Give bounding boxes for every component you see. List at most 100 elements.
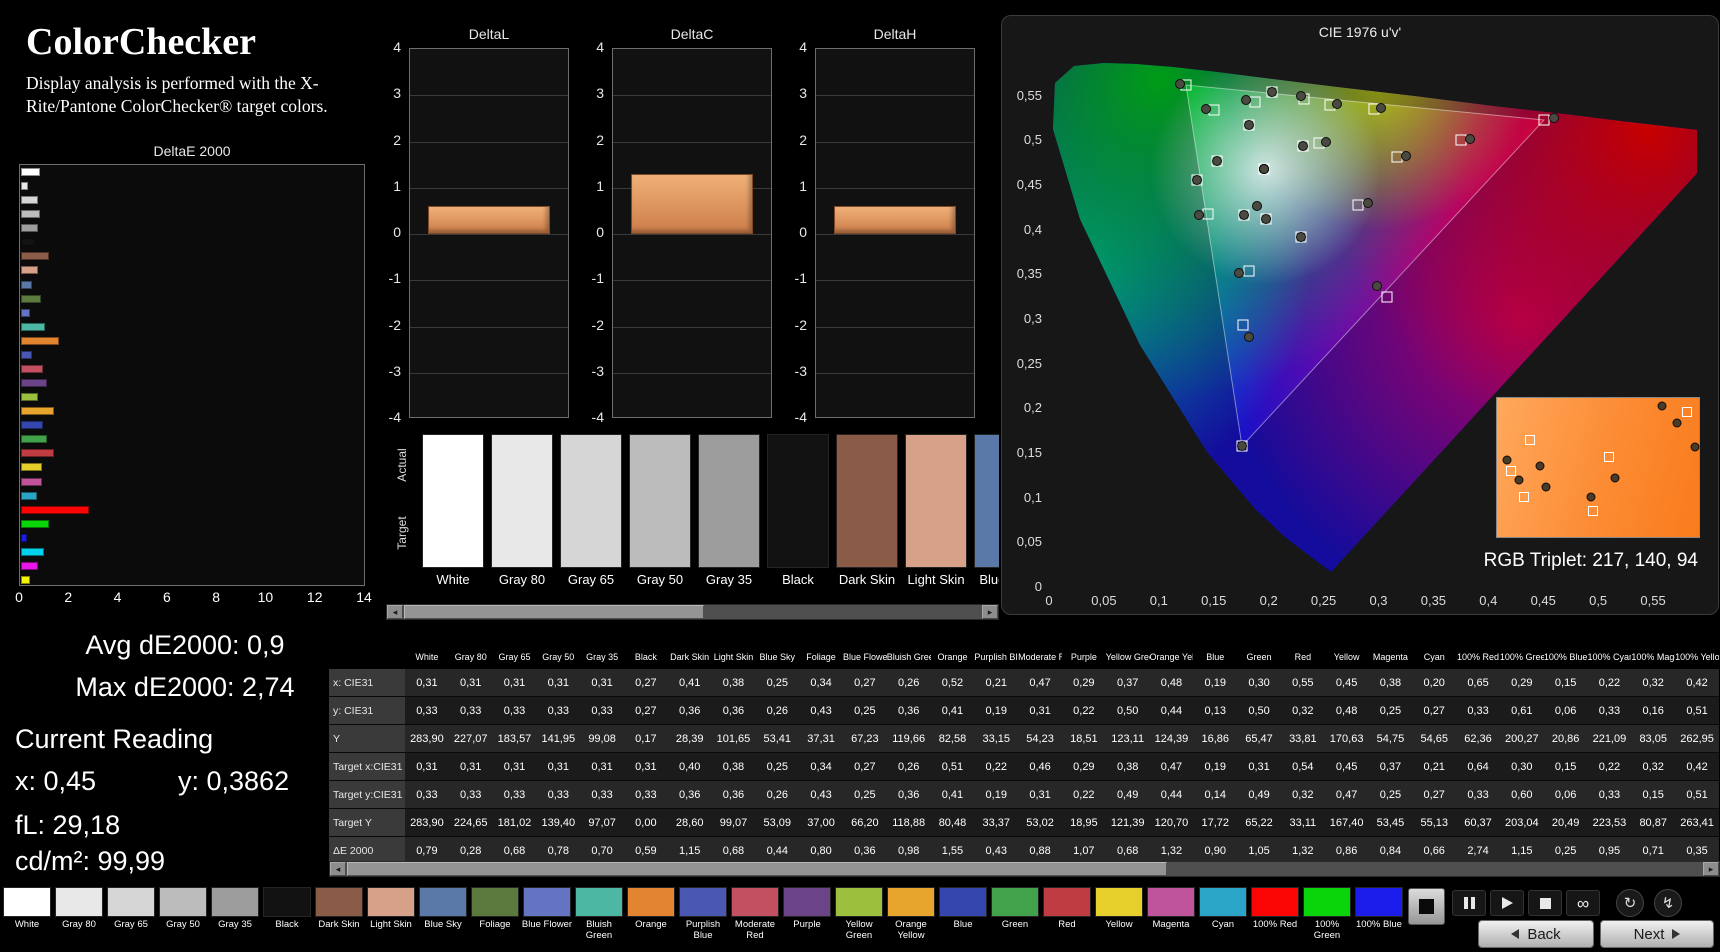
toolbar-swatch[interactable]: Foliage [469, 887, 521, 931]
grid-line [816, 187, 974, 189]
toolbar-swatch[interactable]: White [1, 887, 53, 931]
cie-measured-point [1401, 150, 1412, 161]
table-scrollbar-thumb[interactable] [347, 862, 1167, 876]
toolbar-swatch[interactable]: Magenta [1145, 887, 1197, 931]
patch-swatch [974, 434, 999, 568]
patch-swatch [560, 434, 622, 568]
table-cell: 0,33 [1587, 696, 1632, 725]
toolbar-swatch[interactable]: 100% Red [1249, 887, 1301, 931]
grid-line [410, 95, 568, 97]
table-cell: 0,32 [1280, 696, 1325, 725]
toolbar-swatch[interactable]: Moderate Red [729, 887, 781, 942]
toolbar-swatch[interactable]: 100% Blue [1353, 887, 1405, 931]
toolbar-swatch[interactable]: Gray 65 [105, 887, 157, 931]
toolbar-swatch[interactable]: Orange [625, 887, 677, 931]
continuous-measure-button[interactable]: ∞ [1566, 890, 1600, 916]
scroll-right-arrow-icon[interactable]: ▸ [1703, 862, 1719, 876]
table-cell: 33,37 [974, 808, 1019, 837]
table-cell: 119,66 [886, 724, 931, 753]
toolbar-swatch[interactable]: Purplish Blue [677, 887, 729, 942]
cie-y-tick: 0,3 [1023, 311, 1042, 327]
rgb-triplet-label: RGB Triplet: 217, 140, 94 [1483, 550, 1698, 571]
table-scrollbar[interactable]: ◂ ▸ [329, 861, 1720, 877]
refresh-button[interactable]: ↻ [1616, 889, 1644, 917]
power-button[interactable]: ↯ [1654, 889, 1682, 917]
toolbar-swatch[interactable]: Gray 50 [157, 887, 209, 931]
toolbar-swatch[interactable]: Yellow Green [833, 887, 885, 942]
deltaL-y-tick: 2 [393, 131, 401, 148]
toolbar-swatch[interactable]: Red [1041, 887, 1093, 931]
toolbar-swatch[interactable]: Purple [781, 887, 833, 931]
cie-x-tick: 0,4 [1479, 593, 1498, 608]
table-cell: 54,75 [1368, 724, 1413, 753]
toolbar-swatch[interactable]: Light Skin [365, 887, 417, 931]
cie-x-tick: 0 [1045, 593, 1053, 608]
toolbar-swatch[interactable]: Black [261, 887, 313, 931]
deltae2000-bar [21, 308, 30, 317]
table-cell: 37,31 [799, 724, 843, 753]
toolbar-swatch-color [1355, 887, 1403, 917]
next-button[interactable]: Next [1600, 920, 1714, 948]
table-row-label: Y [329, 724, 405, 753]
play-button[interactable] [1490, 890, 1524, 916]
table-cell: 0,17 [623, 724, 668, 753]
toolbar-swatch[interactable]: Blue [937, 887, 989, 931]
grid-line [816, 95, 974, 97]
table-cell: 0,15 [1543, 669, 1588, 697]
toolbar-swatch[interactable]: Orange Yellow [885, 887, 937, 942]
back-button[interactable]: Back [1478, 920, 1594, 948]
cie-y-tick: 0,05 [1016, 534, 1042, 550]
patch-swatch [629, 434, 691, 568]
table-cell: 0,21 [1412, 752, 1457, 781]
toolbar-swatch[interactable]: Green [989, 887, 1041, 931]
table-cell: 0,41 [930, 780, 975, 809]
table-cell: 183,57 [492, 724, 537, 753]
toolbar-swatch[interactable]: Dark Skin [313, 887, 365, 931]
table-cell: 0,33 [580, 780, 624, 809]
deltae2000-bar [21, 449, 54, 458]
cie-y-tick: 0,35 [1016, 266, 1042, 282]
deltae-x-tick: 6 [162, 589, 171, 605]
deltae2000-bar [21, 364, 43, 373]
deltaL-bar [428, 206, 550, 234]
deltaC-y-tick: 1 [596, 177, 604, 194]
table-cell: 0,26 [886, 669, 931, 697]
toolbar-swatch[interactable]: Gray 35 [209, 887, 261, 931]
scroll-left-arrow-icon[interactable]: ◂ [330, 862, 346, 876]
strip-scrollbar[interactable]: ◂ ▸ [386, 604, 999, 620]
cie-x-tick: 0,25 [1310, 593, 1337, 608]
current-y-value: y: 0,3862 [178, 766, 290, 796]
table-cell: 120,70 [1149, 808, 1194, 837]
scroll-left-arrow-icon[interactable]: ◂ [387, 605, 403, 619]
table-cell: 0,32 [1631, 669, 1676, 697]
table-cell: 0,25 [755, 669, 800, 697]
page-title: ColorChecker [26, 21, 257, 63]
toolbar-swatch[interactable]: Gray 80 [53, 887, 105, 931]
table-header-cell: White [415, 652, 439, 662]
toolbar-swatch[interactable]: Blue Sky [417, 887, 469, 931]
toolbar-swatch-color [1043, 887, 1091, 917]
table-corner-cell [329, 645, 405, 669]
table-header-cell: Blue Sky [759, 652, 796, 662]
table-cell: 0,26 [755, 696, 800, 725]
strip-scrollbar-thumb[interactable] [404, 605, 704, 619]
table-cell: 0,36 [886, 696, 931, 725]
pause-button[interactable] [1452, 890, 1486, 916]
toolbar-swatch-label: Purple [793, 919, 821, 930]
table-cell: 53,09 [755, 808, 800, 837]
table-cell: 0,25 [1368, 696, 1413, 725]
current-reading-label: Current Reading [15, 724, 214, 754]
pattern-window-button[interactable] [1408, 888, 1445, 925]
toolbar-swatch[interactable]: Bluish Green [573, 887, 625, 942]
table-header-cell: Purplish Blue [974, 652, 1018, 662]
scroll-right-arrow-icon[interactable]: ▸ [982, 605, 998, 619]
toolbar-swatch[interactable]: Cyan [1197, 887, 1249, 931]
stop-button[interactable] [1528, 890, 1562, 916]
toolbar-swatch[interactable]: 100% Green [1301, 887, 1353, 942]
table-header-cell: 100% Blue [1543, 652, 1588, 662]
toolbar-swatch[interactable]: Yellow [1093, 887, 1145, 931]
deltae2000-chart [19, 164, 365, 586]
toolbar-swatch[interactable]: Blue Flower [521, 887, 573, 931]
table-cell: 0,33 [1456, 780, 1500, 809]
deltae2000-bar [21, 210, 41, 219]
